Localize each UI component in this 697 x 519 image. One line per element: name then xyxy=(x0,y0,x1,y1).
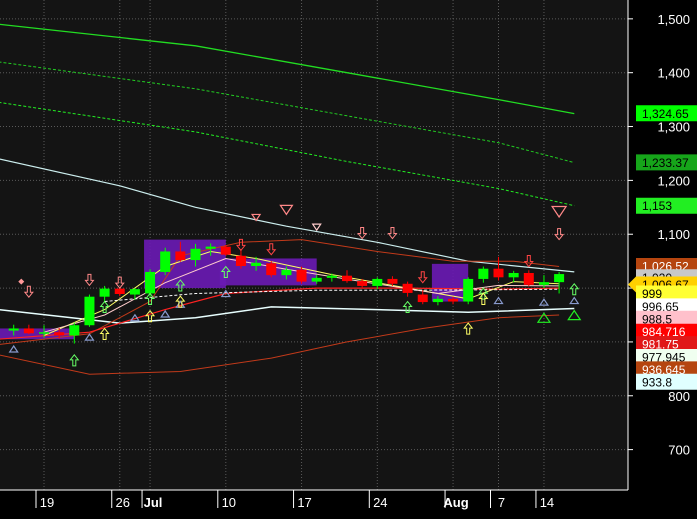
candle-body-27 xyxy=(417,294,428,303)
candle-body-11 xyxy=(175,251,186,261)
price-tag-label-2: 1,153 xyxy=(642,199,672,213)
y-tick-label-1: 1,400 xyxy=(657,66,690,81)
x-tick-label-0: 19 xyxy=(40,495,54,510)
candle-body-26 xyxy=(402,283,413,293)
y-tick-label-4: 1,100 xyxy=(657,227,690,242)
x-tick-label-6: Aug xyxy=(443,495,468,510)
candle-body-16 xyxy=(251,262,262,266)
y-tick-label-2: 1,300 xyxy=(657,120,690,135)
y-tick-label-3: 1,200 xyxy=(657,173,690,188)
candle-body-32 xyxy=(493,268,504,278)
x-tick-label-3: 10 xyxy=(222,495,236,510)
candle-body-5 xyxy=(84,296,95,326)
candle-body-17 xyxy=(266,263,277,276)
candle-body-2 xyxy=(39,332,49,334)
x-tick-label-5: 24 xyxy=(373,495,387,510)
candle-body-36 xyxy=(554,274,565,283)
candle-body-4 xyxy=(69,325,80,336)
candle-body-15 xyxy=(235,255,246,266)
candle-body-8 xyxy=(129,289,140,295)
x-tick-label-7: 7 xyxy=(498,495,505,510)
candle-body-29 xyxy=(448,298,459,302)
y-tick-label-8: 700 xyxy=(668,443,690,458)
candle-body-12 xyxy=(190,248,201,261)
x-tick-label-1: 26 xyxy=(116,495,130,510)
y-tick-label-0: 1,500 xyxy=(657,12,690,27)
price-tag-label-1: 1,233.37 xyxy=(642,156,689,170)
x-tick-label-2: Jul xyxy=(144,495,163,510)
candle-body-35 xyxy=(538,282,549,285)
candle-body-25 xyxy=(387,278,398,284)
plot-area xyxy=(0,0,628,490)
candle-body-19 xyxy=(296,269,307,282)
candle-body-33 xyxy=(508,273,519,278)
price-tag-13: 933.8 xyxy=(636,373,697,390)
stock-chart: 1,5001,4001,3001,2001,1001,000900800700 … xyxy=(0,0,697,519)
candle-body-9 xyxy=(145,271,156,294)
candle-body-7 xyxy=(114,288,125,294)
price-tag-1: 1,233.37 xyxy=(636,154,697,171)
price-tag-2: 1,153 xyxy=(636,197,697,214)
candle-body-34 xyxy=(523,273,534,285)
candle-body-13 xyxy=(205,246,216,249)
price-tag-0: 1,324.65 xyxy=(636,105,697,122)
candle-body-3 xyxy=(54,332,65,336)
candle-body-22 xyxy=(342,275,352,282)
candle-body-14 xyxy=(220,246,231,255)
candle-body-30 xyxy=(463,278,474,302)
price-tag-label-0: 1,324.65 xyxy=(642,107,689,121)
candle-body-0 xyxy=(8,328,19,331)
candle-body-1 xyxy=(23,328,34,334)
candle-body-23 xyxy=(357,281,368,286)
candle-body-20 xyxy=(311,277,322,282)
price-tag-label-13: 933.8 xyxy=(642,375,672,389)
candle-body-6 xyxy=(99,288,110,297)
candle-body-10 xyxy=(160,251,171,272)
candle-body-24 xyxy=(372,278,383,286)
x-tick-label-8: 14 xyxy=(540,495,554,510)
candle-body-21 xyxy=(326,275,337,278)
y-tick-label-7: 800 xyxy=(668,389,690,404)
candle-body-28 xyxy=(432,298,443,303)
candle-body-31 xyxy=(478,268,489,279)
x-tick-label-4: 17 xyxy=(297,495,311,510)
candle-body-18 xyxy=(281,269,292,276)
